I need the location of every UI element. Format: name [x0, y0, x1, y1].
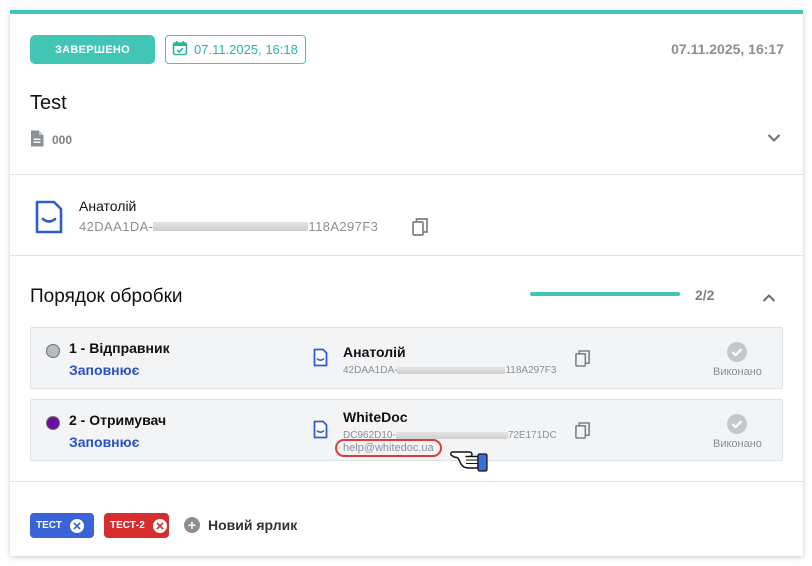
document-icon [30, 130, 44, 150]
document-number: 000 [52, 133, 73, 147]
signer-key-end: 118A297F3 [308, 219, 379, 234]
divider [10, 481, 803, 482]
chevron-up-icon[interactable] [762, 290, 776, 308]
signer-name: Анатолій [79, 198, 137, 214]
step-status-dot [46, 344, 60, 358]
progress-fill [530, 292, 680, 296]
status-badge: ЗАВЕРШЕНО [30, 35, 155, 64]
deadline-badge[interactable]: 07.11.2025, 16:18 [165, 35, 306, 64]
signer-key-start: 42DAA1DA- [79, 219, 154, 234]
party-key-end: 118A297F3 [505, 365, 557, 376]
divider [10, 255, 803, 256]
tag-label: ТЕСТ [36, 520, 62, 531]
check-circle-icon [727, 342, 747, 367]
chevron-down-icon[interactable] [767, 130, 781, 148]
copy-icon[interactable] [575, 422, 590, 444]
step-status-text: Виконано [713, 438, 762, 450]
tag-chip[interactable]: ТЕСТ [30, 513, 94, 538]
party-document-icon [313, 420, 328, 444]
step-status-dot [46, 416, 60, 430]
party-key: 42DAA1DA- 118A297F3 [343, 365, 556, 376]
document-meta: 000 [30, 130, 72, 150]
add-tag-button[interactable]: + Новий ярлик [184, 517, 297, 533]
deadline-text: 07.11.2025, 16:18 [194, 42, 298, 57]
party-document-icon [313, 348, 328, 372]
step-action-link[interactable]: Заповнює [69, 362, 139, 378]
close-icon[interactable] [69, 518, 84, 533]
check-circle-icon [727, 414, 747, 439]
party-key-end: 72E171DC [507, 430, 557, 441]
party-name: WhiteDoc [343, 409, 408, 425]
processing-step: 1 - Відправник Заповнює Анатолій 42DAA1D… [30, 327, 783, 389]
copy-icon[interactable] [412, 218, 428, 241]
step-role: 1 - Відправник [69, 340, 170, 356]
signer-key: 42DAA1DA- 118A297F3 [79, 219, 378, 234]
calendar-check-icon [172, 40, 188, 59]
document-card: ЗАВЕРШЕНО 07.11.2025, 16:18 07.11.2025, … [10, 10, 803, 556]
step-status-text: Виконано [713, 366, 762, 378]
plus-icon: + [184, 517, 200, 533]
add-tag-label: Новий ярлик [208, 517, 298, 533]
party-key-start: 42DAA1DA- [343, 365, 398, 376]
tag-label: ТЕСТ-2 [110, 520, 145, 531]
divider [10, 174, 803, 175]
party-email-link[interactable]: help@whitedoc.ua [335, 439, 442, 457]
progress-text: 2/2 [695, 287, 715, 303]
key-mask [153, 222, 309, 231]
key-mask [395, 432, 508, 439]
party-name: Анатолій [343, 344, 406, 360]
tag-chip[interactable]: ТЕСТ-2 [104, 513, 169, 538]
progress-bar [530, 292, 680, 296]
copy-icon[interactable] [575, 350, 590, 372]
step-action-link[interactable]: Заповнює [69, 434, 139, 450]
processing-title: Порядок обробки [30, 286, 183, 307]
close-icon[interactable] [152, 518, 167, 533]
pointing-hand-icon [449, 444, 489, 477]
step-role: 2 - Отримувач [69, 412, 167, 428]
created-date: 07.11.2025, 16:17 [671, 41, 784, 57]
key-mask [397, 367, 506, 374]
document-title: Test [30, 92, 67, 114]
signer-document-icon [35, 200, 63, 239]
